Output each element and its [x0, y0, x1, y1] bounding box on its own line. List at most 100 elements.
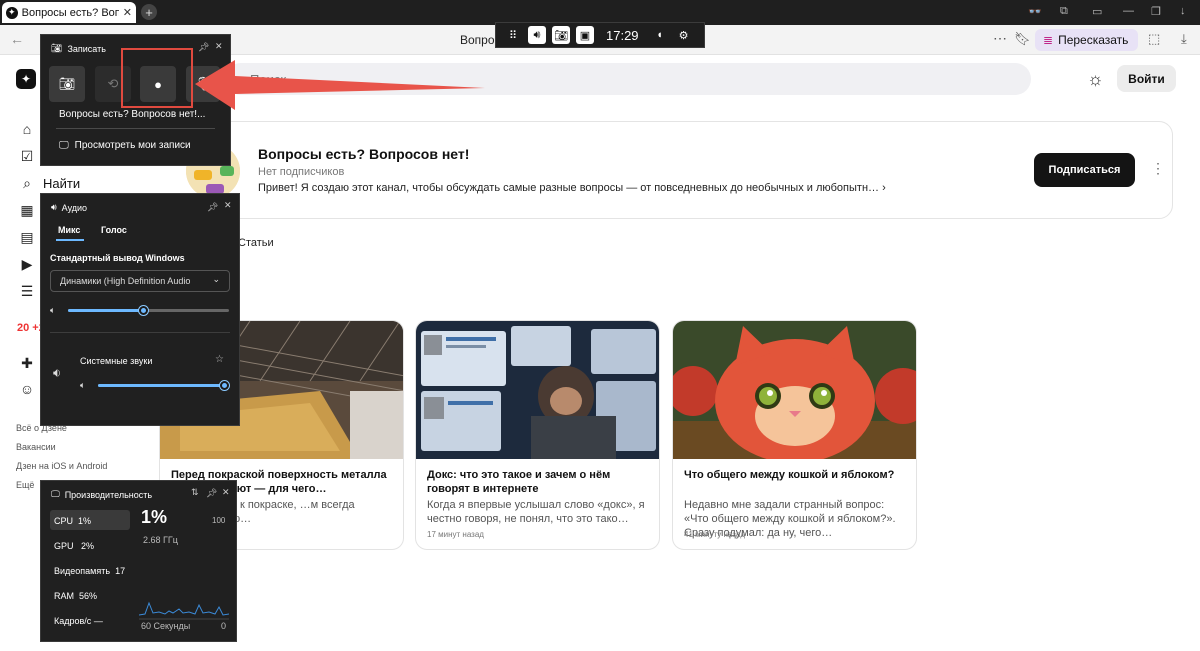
widget-menu-icon[interactable]: ⠿ [504, 26, 522, 44]
output-label: Стандартный вывод Windows [50, 253, 185, 263]
screenshot-button[interactable]: 📷︎ [49, 66, 85, 102]
pin-icon[interactable]: 📌︎ [207, 202, 218, 213]
system-volume-slider[interactable] [98, 381, 229, 390]
download-icon[interactable]: ↓ [1180, 5, 1186, 17]
star-icon[interactable]: ☆ [215, 354, 224, 365]
volume-icon: 🔈︎ [50, 305, 56, 315]
video-icon[interactable]: ▶ [19, 256, 35, 272]
channel-card: Вопросы есть? Вопросов нет! Нет подписчи… [186, 121, 1173, 219]
gallery-icon: 🖵 [59, 140, 69, 151]
new-tab-button[interactable]: + [141, 4, 157, 20]
article-title: Докс: что это такое и зачем о нём говоря… [427, 469, 611, 495]
subscriber-count: Нет подписчиков [258, 166, 345, 178]
tab-voice[interactable]: Голос [101, 225, 127, 235]
more-vertical-icon[interactable]: ⋮ [1151, 160, 1165, 177]
tab-articles[interactable]: Статьи [238, 237, 274, 249]
zen-favicon-icon: ✦ [6, 6, 18, 19]
footer-link-more[interactable]: Ещё [16, 480, 34, 490]
slider-knob[interactable] [220, 381, 229, 390]
system-sounds-label: Системные звуки [80, 356, 153, 366]
search-icon[interactable]: ⌕ [19, 175, 35, 191]
annotation-arrow [195, 60, 485, 110]
close-icon[interactable]: ✕ [215, 41, 223, 52]
view-recordings-link[interactable]: 🖵 Просмотреть мои записи [59, 140, 191, 151]
notifications-icon[interactable]: ▭ [1092, 5, 1102, 18]
channel-description[interactable]: Привет! Я создаю этот канал, чтобы обсуж… [258, 182, 886, 194]
chart-axis-right: 0 [221, 621, 227, 631]
article-card[interactable]: Что общего между кошкой и яблоком? Недав… [672, 320, 917, 550]
vram-row[interactable]: Видеопамять 17 [54, 566, 125, 576]
highlight-box [121, 48, 193, 108]
performance-panel-title: Производительность [64, 489, 153, 500]
pin-icon[interactable]: 📌︎ [198, 42, 209, 53]
audio-icon[interactable]: 🔊︎ [528, 26, 546, 44]
database-icon[interactable]: ☰ [19, 283, 35, 299]
glasses-icon[interactable]: 👓 [1028, 5, 1042, 18]
performance-panel-header: 🖵 Производительность [51, 489, 152, 500]
article-card[interactable]: Докс: что это такое и зачем о нём говоря… [415, 320, 660, 550]
article-image [416, 321, 659, 459]
cpu-big-value: 1% [141, 507, 168, 527]
footer-link-jobs[interactable]: Вакансии [16, 442, 56, 452]
search-label[interactable]: Найти [43, 176, 80, 191]
theme-sun-icon[interactable]: ☼ [1087, 69, 1104, 90]
browser-tab[interactable]: ✦ Вопросы есть? Вопросов нет! ✕ [2, 2, 136, 23]
output-device-select[interactable]: Динамики (High Definition Audio ⌄ [50, 270, 230, 292]
mouse-icon[interactable]: ◖ [651, 26, 669, 44]
slider-fill [98, 384, 226, 387]
news-icon[interactable]: ▦ [19, 202, 35, 218]
article-description: Когда я впервые услышал слово «докс», я … [427, 499, 645, 525]
tab-title: Вопросы есть? Вопросов нет! [21, 6, 119, 19]
extension-icon[interactable]: ⬚ [1148, 31, 1160, 47]
close-icon[interactable]: ✕ [224, 200, 232, 211]
slider-fill [68, 309, 145, 312]
chart-max: 100 [212, 516, 226, 525]
speaker-icon: 🔉︎ [53, 365, 62, 380]
master-volume-slider[interactable] [68, 306, 229, 315]
close-icon[interactable]: ✕ [222, 487, 230, 498]
more-icon[interactable]: ⋯ [993, 30, 1007, 47]
performance-icon[interactable]: ▣ [576, 26, 594, 44]
bookmark-icon[interactable]: 🔖︎ [1014, 31, 1031, 47]
subscribe-button[interactable]: Подписаться [1034, 153, 1135, 187]
gamepad-icon[interactable]: ✚ [19, 355, 35, 371]
audio-panel-title: Аудио [61, 202, 88, 213]
articles-icon[interactable]: ▤ [19, 229, 35, 245]
download-panel-icon[interactable]: ⤓ [1181, 31, 1187, 47]
close-tab-icon[interactable]: ✕ [123, 6, 132, 19]
fps-row[interactable]: Кадров/с — [54, 616, 103, 626]
options-icon[interactable]: ⇅ [191, 487, 199, 498]
cpu-row[interactable]: CPU 1% [54, 516, 91, 526]
maximize-icon[interactable]: ❐ [1151, 5, 1161, 18]
speaker-icon: 🔊︎ [51, 202, 57, 212]
kids-icon[interactable]: ☺ [19, 381, 35, 397]
gpu-row[interactable]: GPU 2% [54, 541, 94, 551]
home-icon[interactable]: ⌂ [19, 121, 35, 137]
volume-icon: 🔈︎ [80, 380, 86, 390]
camera-icon[interactable]: 📷︎ [552, 26, 570, 44]
minimize-icon[interactable]: — [1123, 5, 1134, 17]
login-button[interactable]: Войти [1117, 65, 1176, 92]
settings-gear-icon[interactable]: ⚙ [675, 26, 693, 44]
slider-knob[interactable] [139, 306, 148, 315]
article-time: 41 минуту назад [684, 530, 746, 539]
divider [56, 128, 215, 129]
audio-panel-header: 🔊︎ Аудио [51, 202, 87, 213]
zen-logo[interactable]: ✦ [16, 69, 36, 89]
retell-button[interactable]: ≣ Пересказать [1035, 29, 1139, 51]
recording-title: Вопросы есть? Вопросов нет!... [59, 109, 206, 120]
clock: 17:29 [606, 27, 639, 43]
ram-row[interactable]: RAM 56% [54, 591, 97, 601]
footer-link-apps[interactable]: Дзен на iOS и Android [16, 461, 107, 471]
retell-icon: ≣ [1043, 33, 1054, 47]
pin-icon[interactable]: 📌︎ [206, 488, 217, 499]
subscriptions-icon[interactable]: ☑ [19, 148, 35, 164]
back-arrow-icon[interactable]: ← [10, 31, 24, 47]
tab-mix[interactable]: Микс [58, 225, 80, 235]
article-time: 17 минут назад [427, 530, 484, 539]
chevron-right-icon: › [882, 182, 886, 194]
collections-icon[interactable]: ⧉ [1060, 5, 1068, 18]
page-title: Вопро [460, 33, 495, 47]
article-title: Что общего между кошкой и яблоком? [684, 469, 895, 481]
channel-name[interactable]: Вопросы есть? Вопросов нет! [258, 146, 469, 162]
